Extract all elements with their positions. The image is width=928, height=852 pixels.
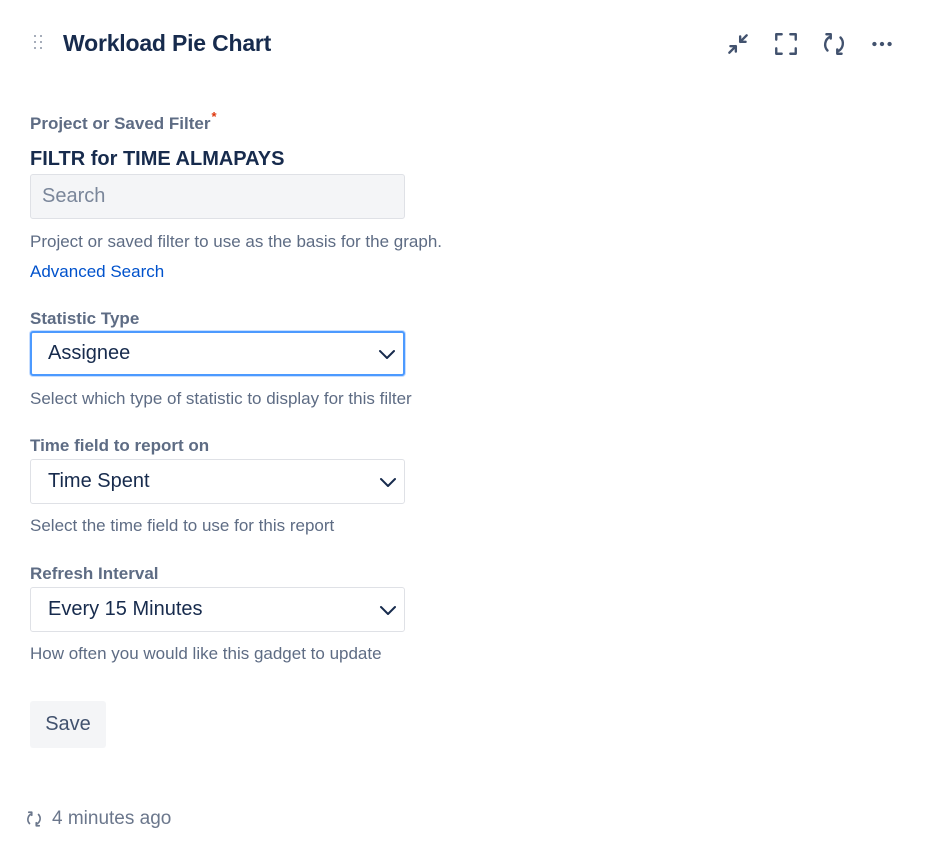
- project-filter-label-text: Project or Saved Filter: [30, 114, 211, 133]
- selected-filter-name: FILTR for TIME ALMAPAYS: [30, 148, 285, 170]
- fullscreen-icon[interactable]: [772, 30, 800, 58]
- statistic-type-select[interactable]: Assignee: [30, 331, 405, 376]
- statistic-type-help: Select which type of statistic to displa…: [30, 389, 412, 408]
- chevron-down-icon: [379, 349, 395, 359]
- project-filter-label: Project or Saved Filter*: [30, 109, 217, 134]
- time-field-help: Select the time field to use for this re…: [30, 516, 335, 535]
- chevron-down-icon: [380, 477, 396, 487]
- statistic-type-value: Assignee: [48, 342, 131, 364]
- refresh-interval-value: Every 15 Minutes: [48, 598, 203, 620]
- refresh-icon[interactable]: [25, 810, 43, 828]
- gadget-header: Workload Pie Chart: [0, 22, 928, 66]
- refresh-interval-select[interactable]: Every 15 Minutes: [30, 587, 405, 632]
- time-field-select[interactable]: Time Spent: [30, 459, 405, 504]
- save-button[interactable]: Save: [30, 701, 106, 748]
- advanced-search-link[interactable]: Advanced Search: [30, 262, 164, 282]
- refresh-icon[interactable]: [820, 30, 848, 58]
- time-field-value: Time Spent: [48, 470, 150, 492]
- drag-handle-icon[interactable]: [34, 35, 46, 53]
- project-filter-help: Project or saved filter to use as the ba…: [30, 232, 442, 251]
- required-marker: *: [211, 109, 217, 124]
- time-field-label: Time field to report on: [30, 436, 210, 455]
- filter-search-input[interactable]: [30, 174, 405, 219]
- last-updated-text: 4 minutes ago: [52, 808, 172, 829]
- refresh-interval-label: Refresh Interval: [30, 564, 159, 583]
- refresh-interval-help: How often you would like this gadget to …: [30, 644, 382, 663]
- last-updated: 4 minutes ago: [25, 806, 171, 832]
- minimize-icon[interactable]: [724, 30, 752, 58]
- gadget-title: Workload Pie Chart: [63, 30, 272, 56]
- statistic-type-label: Statistic Type: [30, 309, 140, 328]
- more-icon[interactable]: [868, 30, 896, 58]
- chevron-down-icon: [380, 605, 396, 615]
